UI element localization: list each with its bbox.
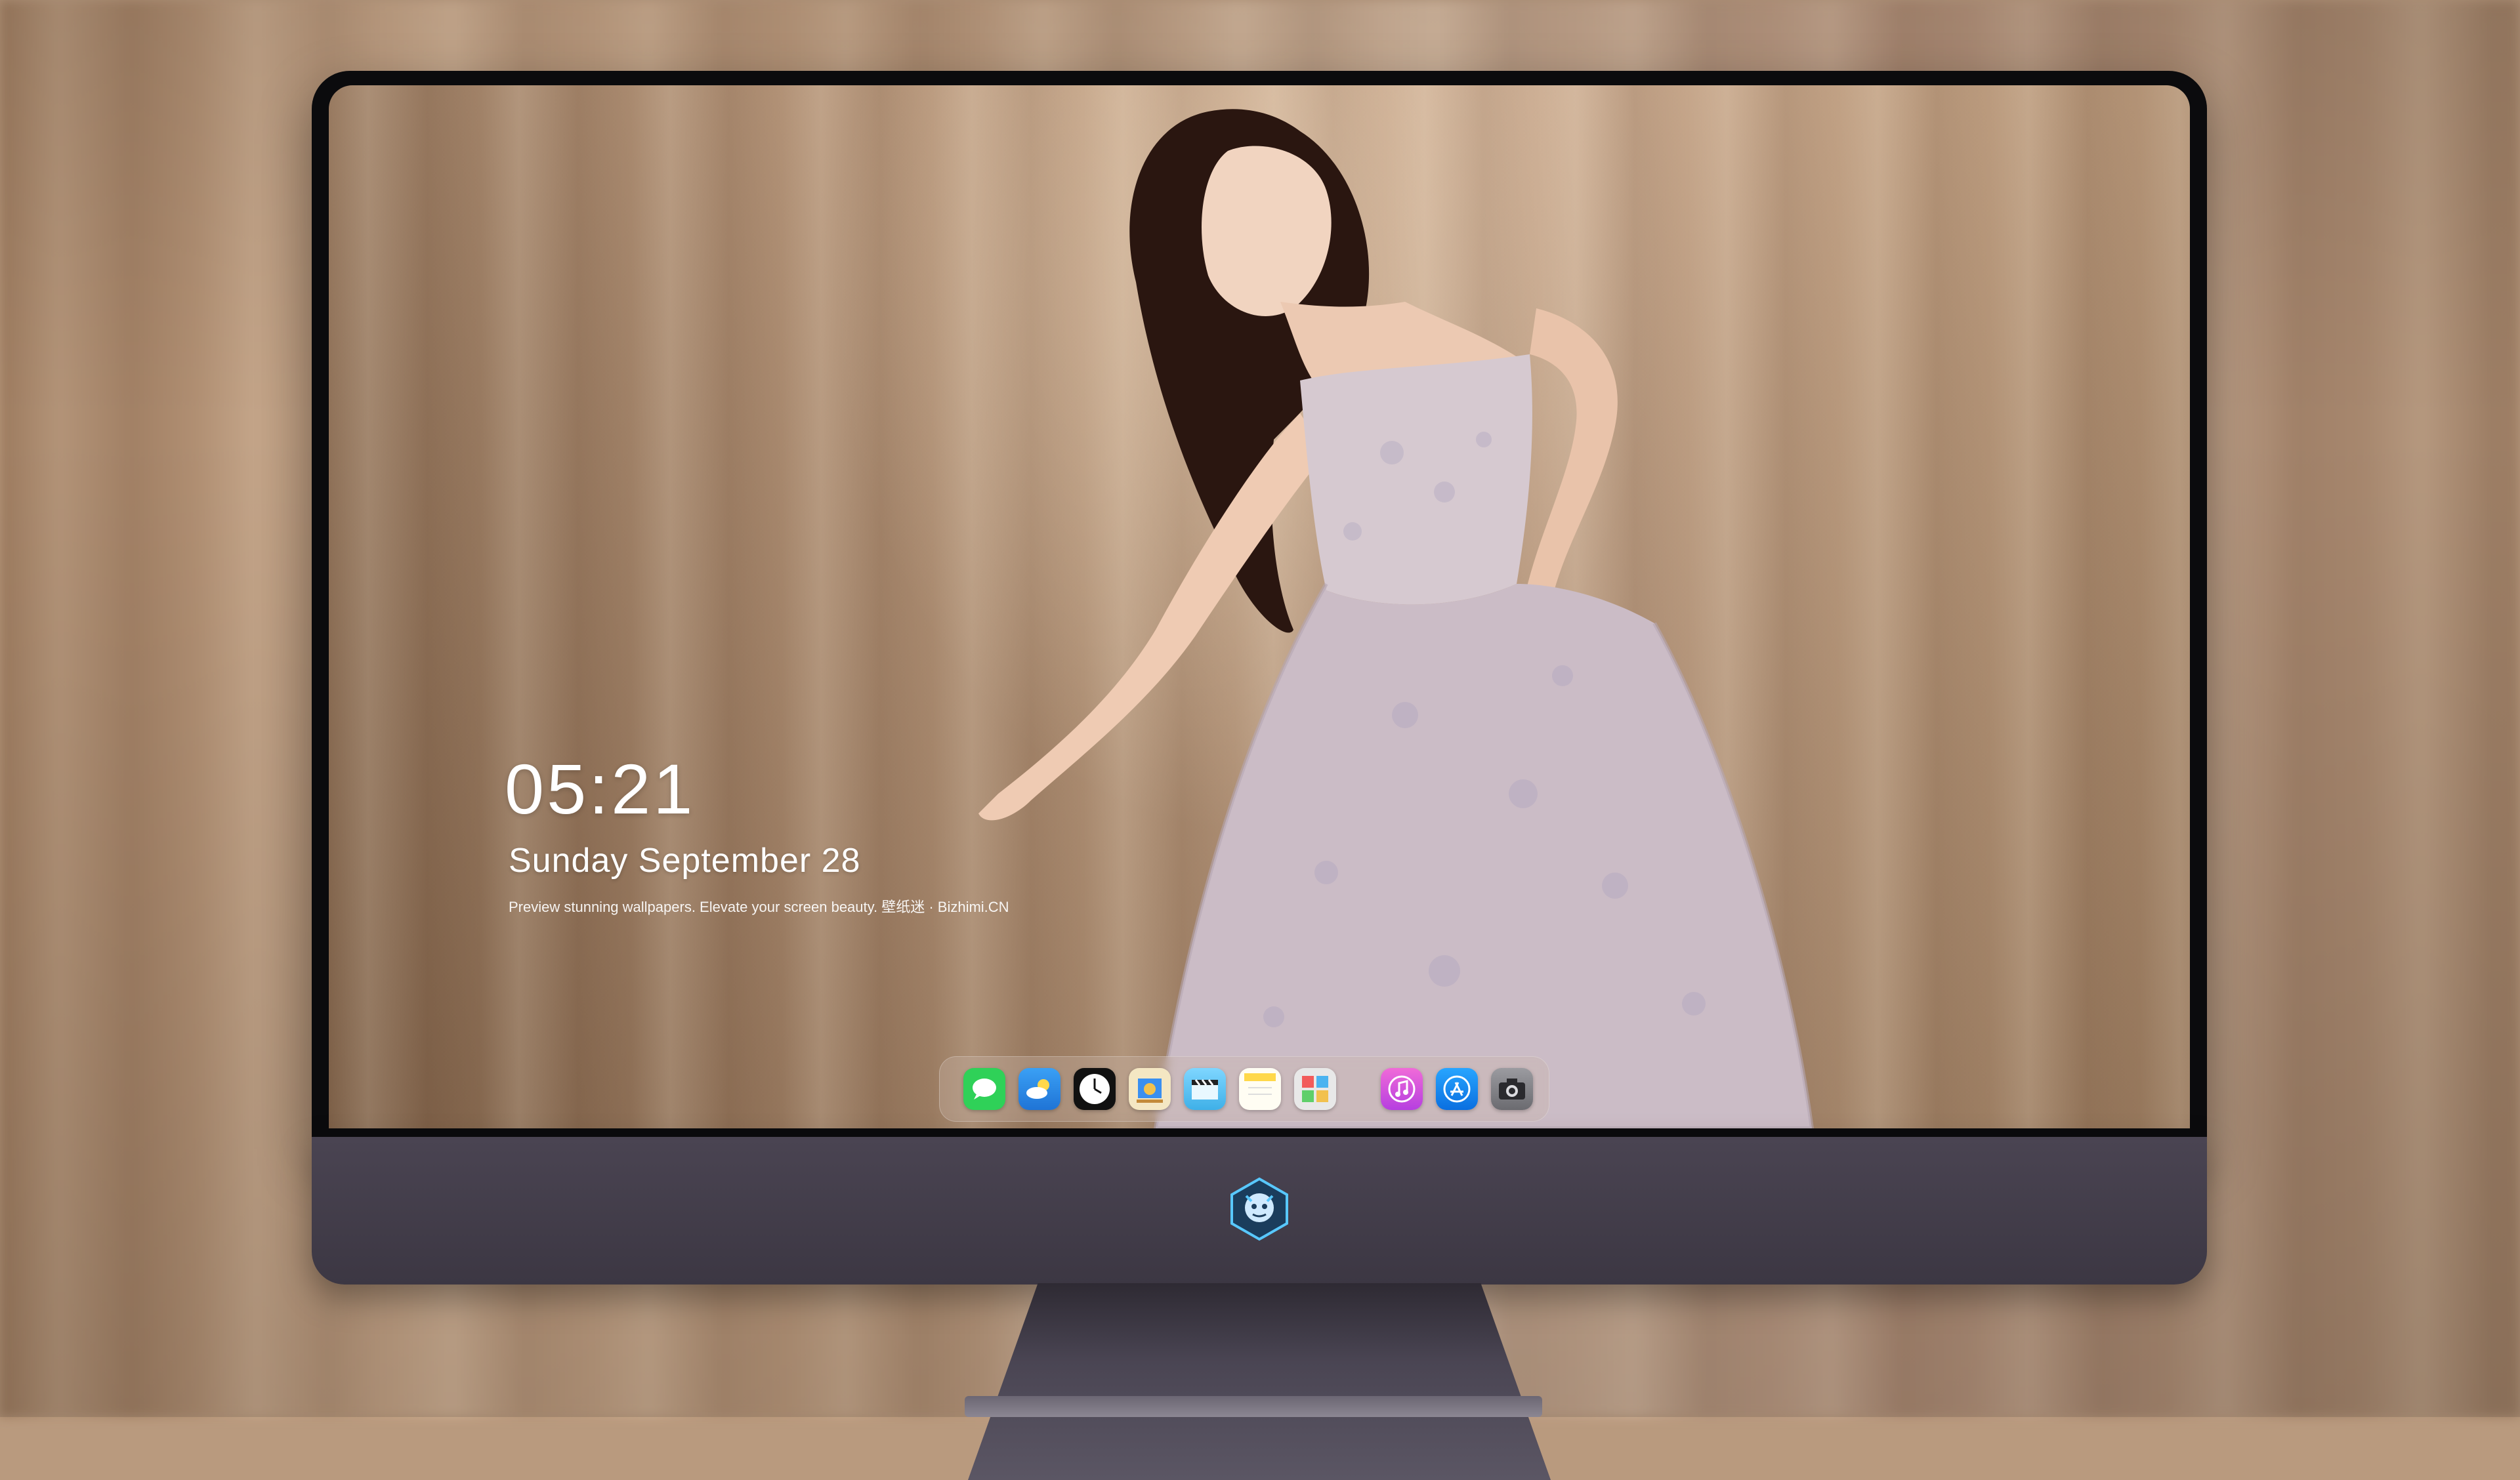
clock-icon[interactable] (1074, 1068, 1116, 1110)
monitor: 05:21 Sunday September 28 Preview stunni… (312, 71, 2207, 1480)
lock-clock: 05:21 (505, 749, 696, 829)
dock (939, 1056, 1549, 1122)
notes-icon[interactable] (1239, 1068, 1281, 1110)
camera-icon[interactable] (1491, 1068, 1533, 1110)
photo-booth-icon[interactable] (1294, 1068, 1336, 1110)
monitor-stand (968, 1283, 1551, 1480)
dragon-logo-icon (1227, 1176, 1292, 1242)
wallpaper-caption: Preview stunning wallpapers. Elevate you… (509, 899, 1009, 915)
weather-icon[interactable] (1018, 1068, 1060, 1110)
app-store-icon[interactable] (1436, 1068, 1478, 1110)
itunes-icon[interactable] (1381, 1068, 1423, 1110)
monitor-stand-base (965, 1396, 1542, 1417)
wallpaper-figure (978, 109, 1815, 1128)
clips-icon[interactable] (1184, 1068, 1226, 1110)
desktop-screen[interactable]: 05:21 Sunday September 28 Preview stunni… (329, 85, 2190, 1128)
messages-icon[interactable] (963, 1068, 1005, 1110)
preview-icon[interactable] (1129, 1068, 1171, 1110)
lock-date: Sunday September 28 (509, 842, 861, 880)
